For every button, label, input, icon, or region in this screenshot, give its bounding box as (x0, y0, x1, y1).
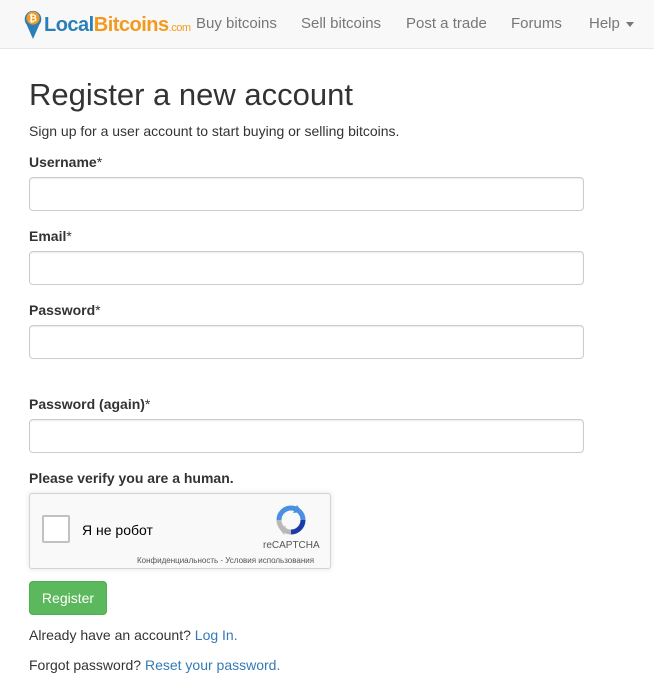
reset-password-link[interactable]: Reset your password. (145, 657, 280, 673)
recaptcha-terms-link[interactable]: Конфиденциальность - Условия использован… (137, 556, 314, 565)
recaptcha-label: Я не робот (82, 522, 153, 538)
recaptcha-brand: reCAPTCHA (263, 540, 320, 551)
required-mark: * (96, 154, 103, 170)
login-prompt: Already have an account? (29, 627, 191, 643)
nav-sell-bitcoins[interactable]: Sell bitcoins (301, 15, 381, 32)
register-button[interactable]: Register (29, 581, 107, 615)
forgot-password-line: Forgot password? Reset your password. (29, 657, 280, 673)
recaptcha-widget: Я не робот reCAPTCHA Конфиденциальность … (29, 493, 331, 569)
login-link[interactable]: Log In. (195, 627, 238, 643)
email-input[interactable] (29, 251, 584, 285)
required-mark: * (95, 302, 101, 318)
forgot-password-prompt: Forgot password? (29, 657, 142, 673)
page-subtitle: Sign up for a user account to start buyi… (29, 123, 400, 139)
password-input[interactable] (29, 325, 584, 359)
password-again-input[interactable] (29, 419, 584, 453)
recaptcha-logo-icon (276, 505, 306, 535)
login-line: Already have an account? Log In. (29, 627, 238, 643)
page-title: Register a new account (29, 77, 353, 112)
caret-down-icon (625, 21, 634, 27)
nav-forums[interactable]: Forums (511, 15, 562, 32)
username-label: Username* (29, 154, 103, 170)
nav-help-label: Help (589, 15, 620, 32)
bitcoin-logo-icon: ₿ (24, 10, 42, 39)
top-navbar: ₿ LocalBitcoins.com Buy bitcoins Sell bi… (0, 0, 654, 49)
nav-buy-bitcoins[interactable]: Buy bitcoins (196, 15, 277, 32)
required-mark: * (66, 228, 72, 244)
nav-post-a-trade[interactable]: Post a trade (406, 15, 487, 32)
recaptcha-checkbox[interactable] (42, 515, 70, 543)
password-again-label: Password (again)* (29, 396, 151, 412)
verify-human-label: Please verify you are a human. (29, 470, 234, 486)
brand-name: LocalBitcoins.com (44, 14, 191, 36)
svg-text:₿: ₿ (29, 13, 37, 25)
required-mark: * (144, 396, 151, 412)
nav-help-dropdown[interactable]: Help (589, 15, 634, 32)
password-label: Password* (29, 302, 101, 318)
username-input[interactable] (29, 177, 584, 211)
email-label: Email* (29, 228, 72, 244)
